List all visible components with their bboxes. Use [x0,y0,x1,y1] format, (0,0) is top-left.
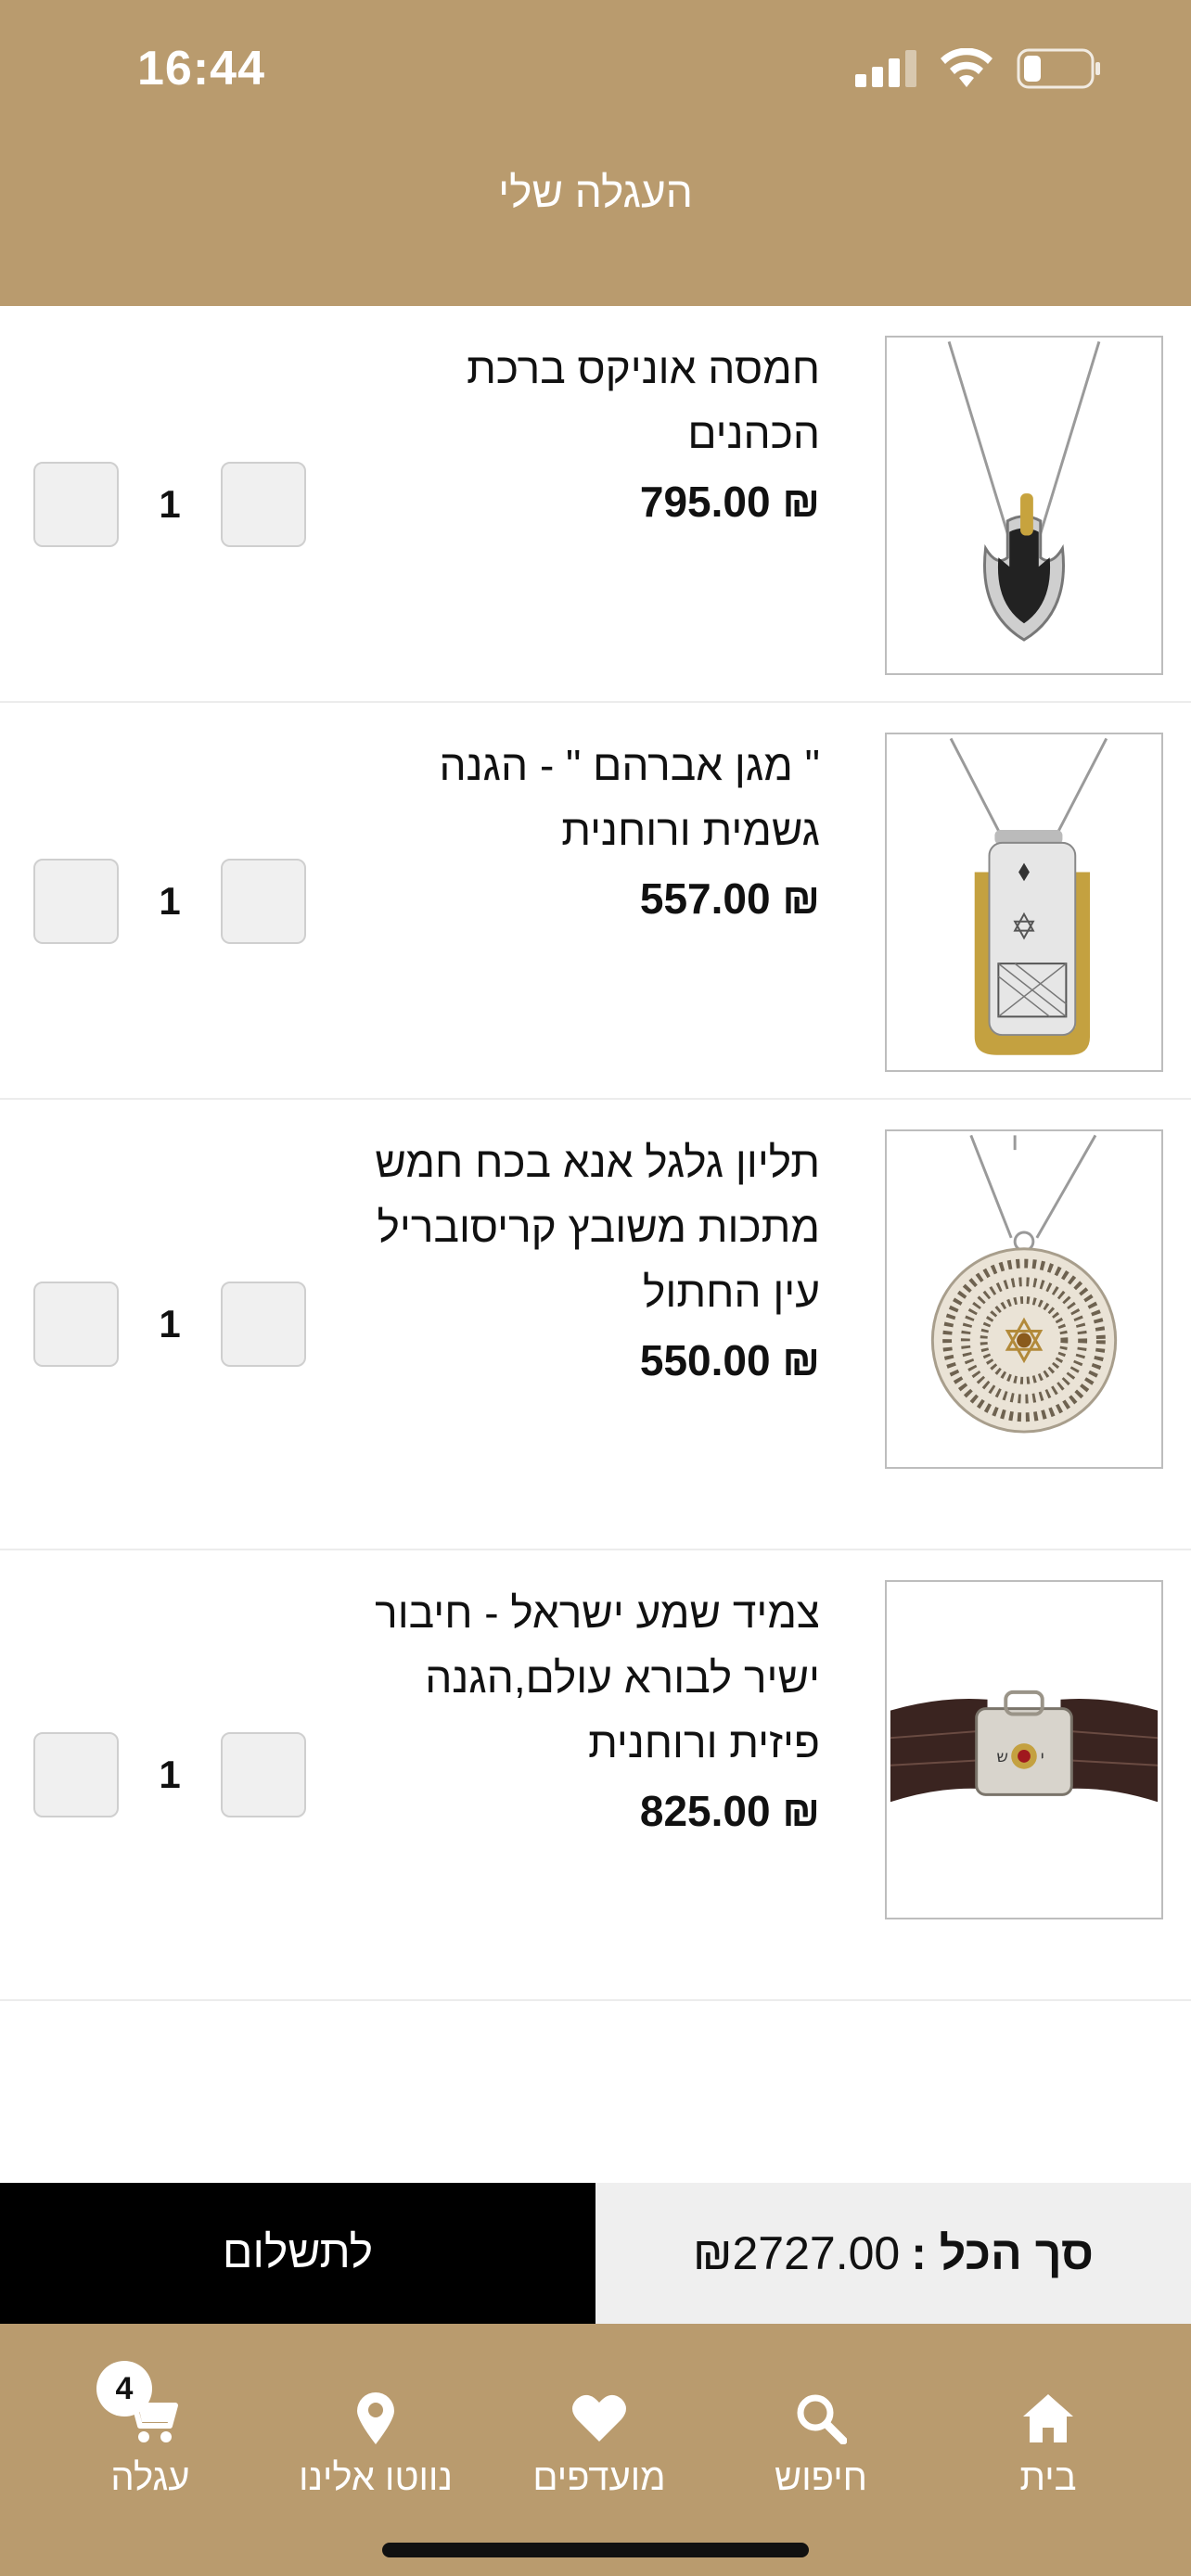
home-icon [937,2389,1159,2448]
item-info: תליון גלגל אנא בכח חמש מתכות משובץ קריסו… [338,1129,820,1393]
cart-item: חמסה אוניקס ברכת הכהנים 795.00 ₪ 1 [0,306,1191,703]
status-time: 16:44 [137,42,265,96]
total-value: ₪2727.00 [693,2227,901,2279]
signal-icon [855,49,916,92]
nav-home[interactable]: בית [937,2389,1159,2499]
map-pin-icon [264,2389,487,2448]
quantity-value: 1 [159,879,181,923]
header: 16:44 העגלה שלי [0,0,1191,306]
product-name[interactable]: תליון גלגל אנא בכח חמש מתכות משובץ קריסו… [338,1129,820,1324]
increase-button[interactable] [221,462,306,547]
product-price: 557.00 ₪ [639,874,820,923]
nav-favorites-label: מועדפים [532,2457,666,2498]
nav-favorites[interactable]: מועדפים [488,2389,711,2499]
heart-icon [488,2389,711,2448]
item-info: " מגן אברהם " - הגנה גשמית ורוחנית 557.0… [338,733,821,931]
nav-search-label: חיפוש [775,2457,867,2498]
item-info: צמיד שמע ישראל - חיבור ישיר לבורא עולם,ה… [338,1580,820,1843]
product-image[interactable]: ש י [885,1580,1163,1919]
product-name[interactable]: צמיד שמע ישראל - חיבור ישיר לבורא עולם,ה… [338,1580,820,1775]
cart-item: ש י צמיד שמע ישראל - חיבור ישיר לבורא עו… [0,1550,1191,2001]
decrease-button[interactable] [33,859,119,944]
quantity-stepper: 1 [33,1732,306,1819]
home-indicator [382,2543,809,2557]
search-icon [710,2389,932,2448]
cart-count-badge: 4 [96,2361,152,2417]
svg-text:י: י [1041,1748,1044,1766]
page-title: העגלה שלי [498,168,693,216]
product-image[interactable] [885,733,1163,1072]
product-image[interactable] [885,336,1163,675]
product-price: 795.00 ₪ [639,478,820,526]
quantity-value: 1 [159,1302,181,1345]
nav-location-label: נווטו אלינו [299,2457,453,2498]
pay-button[interactable]: לתשלום [0,2183,596,2324]
nav-location[interactable]: נווטו אלינו [264,2389,487,2499]
decrease-button[interactable] [33,462,119,547]
quantity-stepper: 1 [33,859,306,946]
status-icons [855,47,1102,94]
bottom-nav: בית חיפוש מועדפים נווטו אלינו 4 עגלה [0,2324,1191,2576]
cart-total: סך הכל : ₪2727.00 [596,2183,1191,2324]
decrease-button[interactable] [33,1732,119,1817]
cart-item: תליון גלגל אנא בכח חמש מתכות משובץ קריסו… [0,1100,1191,1550]
cart-list: חמסה אוניקס ברכת הכהנים 795.00 ₪ 1 " מגן… [0,306,1191,2001]
battery-icon [1017,48,1102,94]
quantity-value: 1 [159,1753,181,1796]
checkout-bar: לתשלום סך הכל : ₪2727.00 [0,2183,1191,2324]
quantity-stepper: 1 [33,462,306,549]
product-price: 550.00 ₪ [639,1336,820,1384]
increase-button[interactable] [221,1282,306,1367]
nav-cart-label: עגלה [110,2457,190,2498]
increase-button[interactable] [221,1732,306,1817]
product-name[interactable]: " מגן אברהם " - הגנה גשמית ורוחנית [338,733,821,862]
product-price: 825.00 ₪ [639,1787,820,1835]
quantity-stepper: 1 [33,1282,306,1369]
product-image[interactable] [885,1129,1163,1469]
total-label: סך הכל : [911,2227,1094,2279]
wifi-icon [939,47,994,94]
cart-item: " מגן אברהם " - הגנה גשמית ורוחנית 557.0… [0,703,1191,1100]
increase-button[interactable] [221,859,306,944]
nav-search[interactable]: חיפוש [710,2389,932,2499]
quantity-value: 1 [159,482,181,526]
product-name[interactable]: חמסה אוניקס ברכת הכהנים [338,336,820,465]
cart-icon: 4 [39,2361,262,2448]
item-info: חמסה אוניקס ברכת הכהנים 795.00 ₪ [338,336,820,534]
svg-text:ש: ש [996,1748,1008,1766]
nav-cart[interactable]: 4 עגלה [39,2361,262,2499]
nav-home-label: בית [1019,2457,1077,2498]
decrease-button[interactable] [33,1282,119,1367]
